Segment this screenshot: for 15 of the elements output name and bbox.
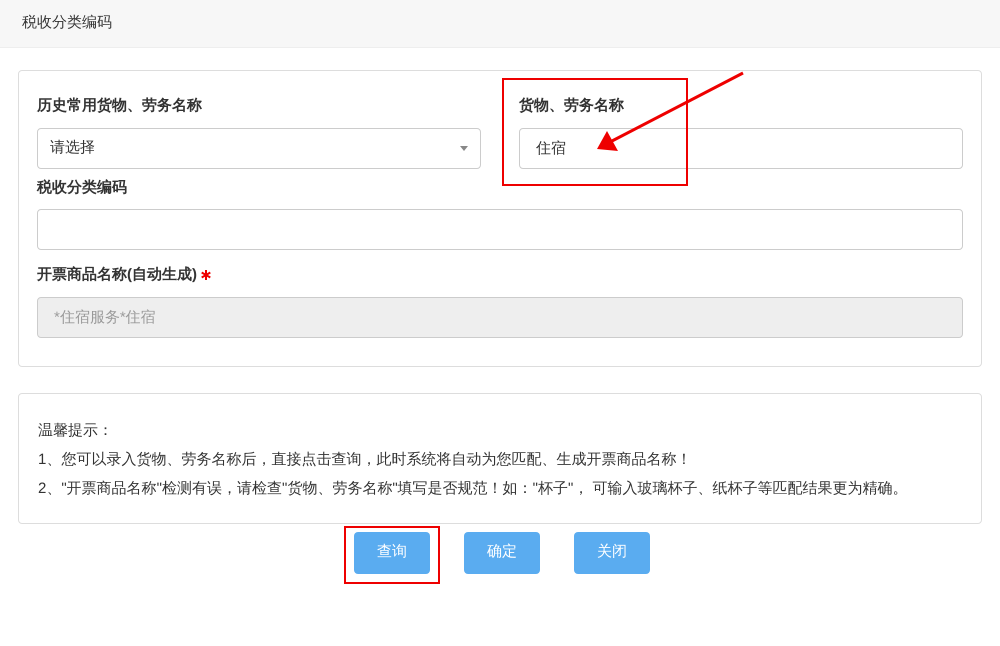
field-label: 开票商品名称(自动生成) (37, 265, 197, 285)
page-title: 税收分类编码 (22, 13, 112, 34)
goods-name-input[interactable]: 住宿 (519, 128, 963, 168)
tip-text: 2、"开票商品名称"检测有误，请检查"货物、劳务名称"填写是否规范！如："杯子"， 可输入玻璃杯子、纸杯子等匹配结果更为精确。 (38, 478, 908, 498)
tip-text: 1、您可以录入货物、劳务名称后，直接点击查询，此时系统将自动为您匹配、生成开票商品名称！ (38, 450, 692, 470)
action-button[interactable]: 确定 (464, 532, 540, 574)
field-label: 税收分类编码 (37, 178, 128, 198)
history-select[interactable]: 请选择 (37, 128, 481, 168)
action-button[interactable]: 关闭 (574, 532, 650, 574)
tax-code-input[interactable] (37, 209, 963, 250)
field-label: 货物、劳务名称 (519, 96, 625, 116)
action-button[interactable]: 查询 (354, 532, 430, 574)
field-label: 历史常用货物、劳务名称 (37, 96, 203, 116)
tips-title: 温馨提示： (38, 420, 114, 440)
caret-icon (460, 146, 468, 150)
